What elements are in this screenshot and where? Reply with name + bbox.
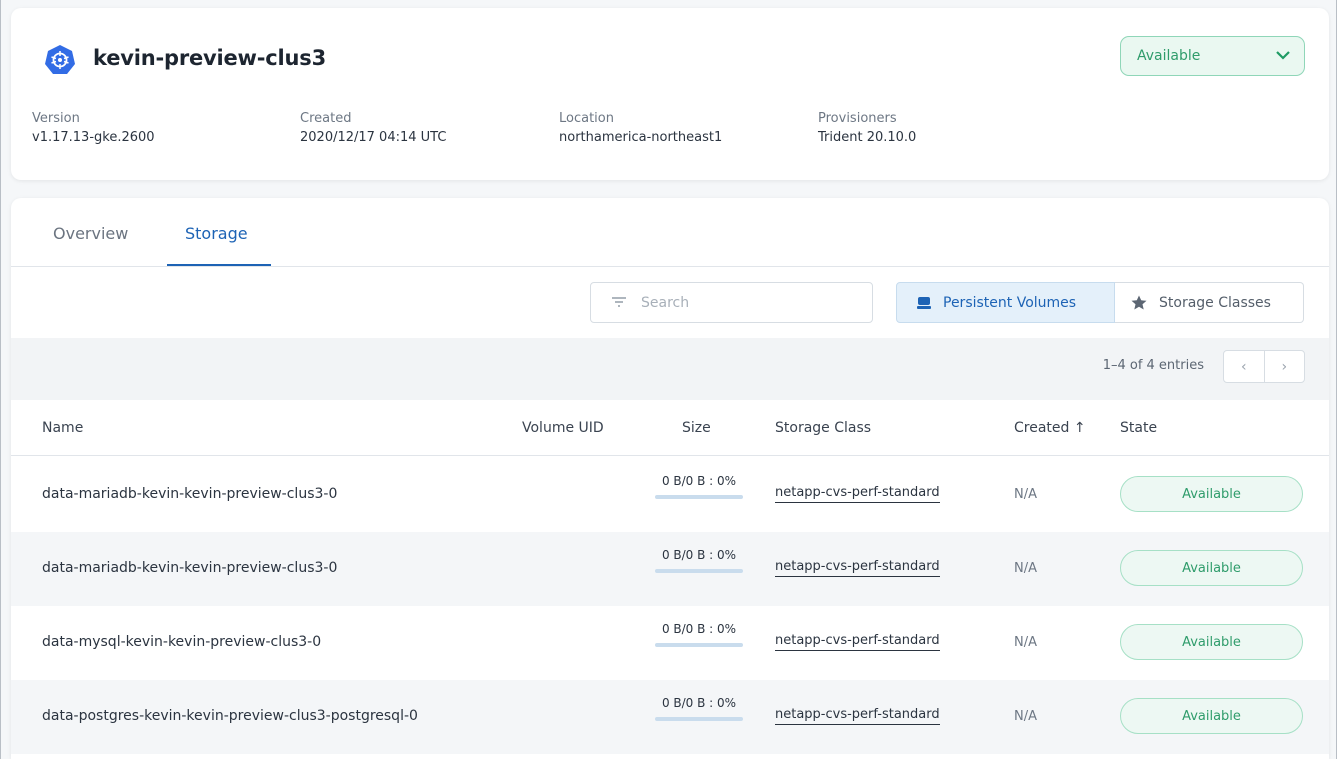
search-input[interactable] [641,294,851,311]
meta-created: Created 2020/12/17 04:14 UTC [300,111,446,145]
table-row[interactable]: data-postgres-kevin-kevin-preview-clus3-… [11,680,1329,754]
volume-name: data-mariadb-kevin-kevin-preview-clus3-0 [42,560,338,576]
meta-location: Location northamerica-northeast1 [559,111,722,145]
chevron-down-icon [1276,48,1290,64]
state-badge: Available [1120,698,1303,734]
volume-size: 0 B/0 B : 0% [661,548,737,562]
pager: ‹ › [1223,350,1305,383]
meta-value: v1.17.13-gke.2600 [32,130,155,145]
table-row[interactable]: data-mariadb-kevin-kevin-preview-clus3-0… [11,532,1329,606]
volume-size: 0 B/0 B : 0% [661,696,737,710]
size-usage-bar [655,643,743,647]
volume-size: 0 B/0 B : 0% [661,622,737,636]
kubernetes-icon [44,44,76,76]
column-header-size[interactable]: Size [682,420,711,436]
meta-value: northamerica-northeast1 [559,130,723,145]
star-icon [1131,295,1147,310]
meta-label: Created [300,111,352,126]
storage-classes-label: Storage Classes [1159,294,1271,311]
cluster-status-label: Available [1137,48,1201,64]
column-header-state[interactable]: State [1120,420,1157,436]
app-frame: kevin-preview-clus3 Available Version v1… [0,0,1337,759]
cluster-header-card: kevin-preview-clus3 Available Version v1… [11,8,1329,180]
column-header-name[interactable]: Name [42,420,83,436]
tab-overview[interactable]: Overview [53,224,128,243]
storage-class-link[interactable]: netapp-cvs-perf-standard [775,633,940,651]
tab-storage[interactable]: Storage [185,224,248,243]
entries-count: 1–4 of 4 entries [1102,358,1204,373]
volume-created: N/A [1014,635,1037,650]
size-usage-bar [655,717,743,721]
table-row[interactable]: data-mysql-kevin-kevin-preview-clus3-0 0… [11,606,1329,680]
filter-icon [611,293,627,312]
meta-label: Version [32,111,80,126]
meta-label: Provisioners [818,111,897,126]
volume-created: N/A [1014,561,1037,576]
volume-created: N/A [1014,709,1037,724]
volume-created: N/A [1014,487,1037,502]
volume-name: data-mysql-kevin-kevin-preview-clus3-0 [42,634,322,650]
state-badge: Available [1120,476,1303,512]
column-header-created[interactable]: Created ↑ [1014,420,1086,436]
cluster-status-dropdown[interactable]: Available [1120,36,1305,76]
storage-card: Overview Storage Persistent Volumes [11,198,1329,759]
volume-name: data-mariadb-kevin-kevin-preview-clus3-0 [42,486,338,502]
column-header-storage-class[interactable]: Storage Class [775,420,871,436]
volume-name: data-postgres-kevin-kevin-preview-clus3-… [42,708,418,724]
size-usage-bar [655,569,743,573]
state-badge: Available [1120,624,1303,660]
meta-label: Location [559,111,614,126]
meta-value: Trident 20.10.0 [818,130,917,145]
table-header-divider [11,455,1329,456]
size-usage-bar [655,495,743,499]
persistent-volumes-toggle[interactable]: Persistent Volumes [896,282,1115,323]
storage-class-link[interactable]: netapp-cvs-perf-standard [775,707,940,725]
next-page-button[interactable]: › [1265,351,1305,382]
storage-class-link[interactable]: netapp-cvs-perf-standard [775,485,940,503]
table-row[interactable]: data-mariadb-kevin-kevin-preview-clus3-0… [11,458,1329,532]
volume-size: 0 B/0 B : 0% [661,474,737,488]
chevron-right-icon: › [1281,358,1288,375]
storage-class-link[interactable]: netapp-cvs-perf-standard [775,559,940,577]
prev-page-button[interactable]: ‹ [1224,351,1265,382]
meta-version: Version v1.17.13-gke.2600 [32,111,155,145]
storage-classes-toggle[interactable]: Storage Classes [1115,282,1304,323]
meta-value: 2020/12/17 04:14 UTC [300,130,447,145]
state-badge: Available [1120,550,1303,586]
cluster-title: kevin-preview-clus3 [93,46,326,70]
chevron-left-icon: ‹ [1240,358,1247,375]
disk-icon [917,296,931,309]
search-field[interactable] [590,282,873,323]
meta-provisioners: Provisioners Trident 20.10.0 [818,111,916,145]
persistent-volumes-label: Persistent Volumes [943,294,1077,311]
column-header-volume-uid[interactable]: Volume UID [522,420,604,436]
tab-divider [11,266,1329,267]
